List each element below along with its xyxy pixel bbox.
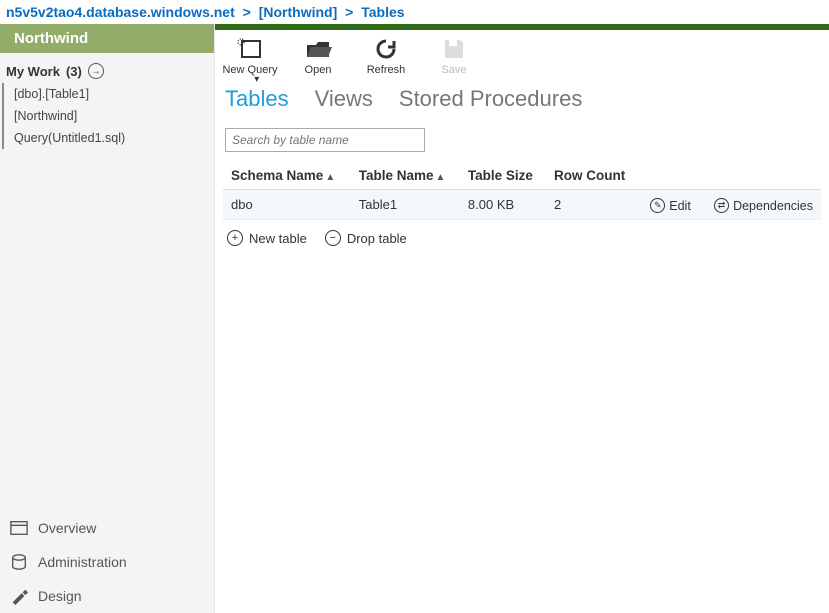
sidebar-nav-design[interactable]: Design — [0, 579, 214, 613]
sidebar-nav-label: Overview — [38, 520, 96, 536]
cell-schema: dbo — [223, 190, 351, 220]
dependencies-action[interactable]: ⇄ Dependencies — [714, 198, 813, 213]
tab-tables[interactable]: Tables — [225, 86, 289, 112]
sort-asc-icon: ▲ — [325, 172, 335, 183]
edit-action[interactable]: ✎ Edit — [650, 198, 691, 213]
overview-icon — [10, 519, 28, 537]
tool-label: New Query — [222, 64, 277, 76]
database-icon — [10, 553, 28, 571]
my-work-label: My Work — [6, 64, 60, 79]
edit-icon: ✎ — [650, 198, 665, 213]
tool-label: Save — [441, 64, 466, 76]
sort-asc-icon: ▲ — [436, 172, 446, 183]
main: New Query Open Refresh Save — [215, 24, 829, 613]
refresh-button[interactable]: Refresh — [359, 36, 413, 76]
work-item[interactable]: [dbo].[Table1] — [2, 83, 214, 105]
toolbar: New Query Open Refresh Save — [215, 30, 829, 80]
col-schema-name[interactable]: Schema Name▲ — [223, 162, 351, 190]
sidebar: Northwind My Work (3) → [dbo].[Table1] [… — [0, 24, 215, 613]
tab-stored-procedures[interactable]: Stored Procedures — [399, 86, 582, 112]
tool-label: Open — [305, 64, 332, 76]
new-query-icon — [235, 36, 265, 62]
sidebar-title: Northwind — [0, 24, 214, 53]
new-table-button[interactable]: + New table — [227, 230, 307, 246]
open-icon — [303, 36, 333, 62]
my-work-header[interactable]: My Work (3) → — [0, 53, 214, 83]
breadcrumb-sep: > — [341, 4, 357, 20]
tables-grid: Schema Name▲ Table Name▲ Table Size Row … — [223, 162, 821, 220]
arrow-right-icon: → — [88, 63, 104, 79]
col-table-size[interactable]: Table Size — [460, 162, 546, 190]
work-item[interactable]: Query(Untitled1.sql) — [2, 127, 214, 149]
sidebar-nav-label: Administration — [38, 554, 127, 570]
open-button[interactable]: Open — [291, 36, 345, 76]
breadcrumb-server[interactable]: n5v5v2tao4.database.windows.net — [6, 4, 235, 20]
breadcrumb-database[interactable]: [Northwind] — [259, 4, 338, 20]
sidebar-nav-overview[interactable]: Overview — [0, 511, 214, 545]
plus-icon: + — [227, 230, 243, 246]
tool-label: Refresh — [367, 64, 406, 76]
cell-rows: 2 — [546, 190, 639, 220]
refresh-icon — [371, 36, 401, 62]
search-input[interactable] — [225, 128, 425, 152]
save-icon — [439, 36, 469, 62]
sidebar-nav-label: Design — [38, 588, 82, 604]
breadcrumb-section[interactable]: Tables — [361, 4, 404, 20]
content-tabs: Tables Views Stored Procedures — [215, 80, 829, 122]
breadcrumb-sep: > — [239, 4, 255, 20]
design-icon — [10, 587, 28, 605]
work-item[interactable]: [Northwind] — [2, 105, 214, 127]
col-table-name[interactable]: Table Name▲ — [351, 162, 460, 190]
sidebar-nav-administration[interactable]: Administration — [0, 545, 214, 579]
minus-icon: − — [325, 230, 341, 246]
save-button: Save — [427, 36, 481, 76]
cell-table: Table1 — [351, 190, 460, 220]
new-query-button[interactable]: New Query — [223, 36, 277, 76]
drop-table-button[interactable]: − Drop table — [325, 230, 407, 246]
my-work-count: (3) — [66, 64, 82, 79]
table-actions: + New table − Drop table — [215, 220, 829, 256]
cell-size: 8.00 KB — [460, 190, 546, 220]
col-row-count[interactable]: Row Count — [546, 162, 639, 190]
table-row[interactable]: dbo Table1 8.00 KB 2 ✎ Edit ⇄ — [223, 190, 821, 220]
dependencies-icon: ⇄ — [714, 198, 729, 213]
breadcrumb: n5v5v2tao4.database.windows.net > [North… — [0, 0, 829, 24]
tab-views[interactable]: Views — [315, 86, 373, 112]
